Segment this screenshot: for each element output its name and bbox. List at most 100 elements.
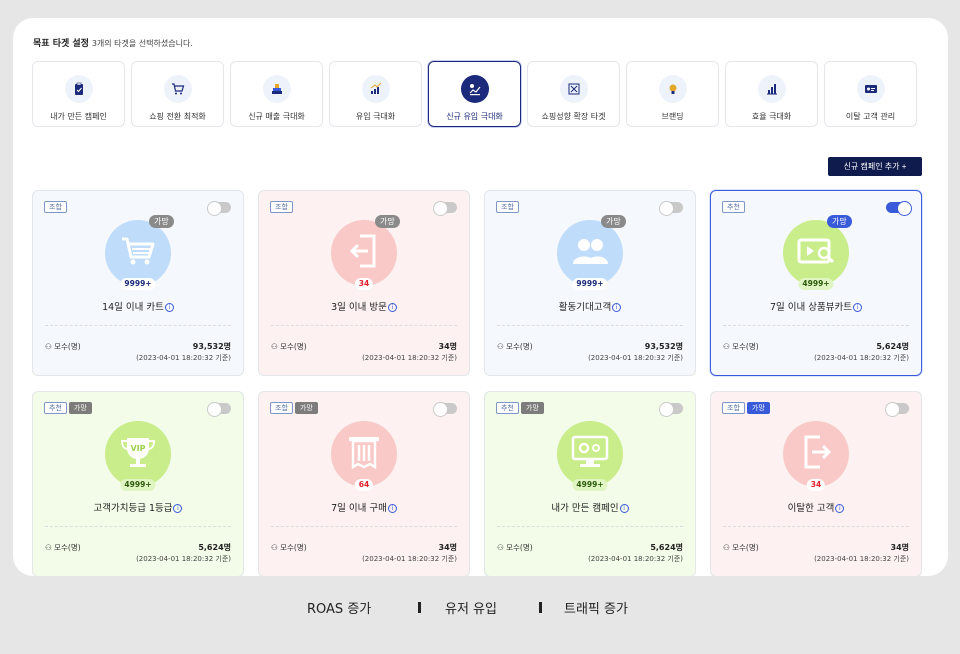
card-toggle[interactable] xyxy=(207,201,231,216)
shopping-cart-icon xyxy=(120,235,156,271)
grade-badge: 가망 xyxy=(149,215,174,228)
info-icon[interactable]: i xyxy=(612,303,622,312)
target-card[interactable]: 조합 가망 9999+ 14일 이내 카트 i ⚇ 모수(명) 93,532명 (… xyxy=(32,190,244,376)
product-view-icon xyxy=(797,237,835,269)
tab-shopping-expand[interactable]: 쇼핑성향 확장 타겟 xyxy=(527,61,620,127)
target-card[interactable]: 추천 가망 4999+ 7일 이내 상품뷰카트 i ⚇ 모수(명) 5,624명 … xyxy=(710,190,922,376)
population-label-text: 모수(명) xyxy=(506,342,533,351)
info-icon[interactable]: i xyxy=(387,504,397,513)
card-avatar xyxy=(783,421,849,487)
card-name-text: 14일 이내 카트 xyxy=(102,302,164,313)
tab-efficiency-max[interactable]: 효율 극대화 xyxy=(725,61,818,127)
card-name-text: 고객가치등급 1등급 xyxy=(93,503,173,514)
card-tags: 조합 xyxy=(270,201,293,213)
info-icon[interactable]: i xyxy=(164,303,174,312)
info-icon[interactable]: i xyxy=(853,303,862,312)
target-card[interactable]: 조합 가망 34 이탈한 고객 i ⚇ 모수(명) 34명 (2023-04-01… xyxy=(710,391,922,576)
monitor-gear-icon xyxy=(571,435,609,473)
tab-my-campaign[interactable]: 내가 만든 캠페인 xyxy=(32,61,125,127)
population-label-text: 모수(명) xyxy=(54,543,81,552)
tag-badge: 조합 xyxy=(270,201,293,213)
id-card-icon xyxy=(856,75,885,103)
info-icon[interactable]: i xyxy=(835,504,845,513)
card-name-text: 내가 만든 캠페인 xyxy=(551,503,619,514)
card-avatar xyxy=(557,421,623,487)
login-door-icon xyxy=(348,233,380,273)
population-timestamp: (2023-04-01 18:20:32 기준) xyxy=(136,354,231,362)
tag-badge: 조합 xyxy=(722,402,745,414)
target-card[interactable]: 조합 가망 64 7일 이내 구매 i ⚇ 모수(명) 34명 (2023-04-… xyxy=(258,391,470,576)
tag-badge: 가망 xyxy=(520,402,544,414)
population-timestamp: (2023-04-01 18:20:32 기준) xyxy=(588,354,683,362)
population-value: 93,532명 xyxy=(644,342,683,351)
population-timestamp: (2023-04-01 18:20:32 기준) xyxy=(362,555,457,563)
target-card[interactable]: 추천 가망 VIP 4999+ 고객가치등급 1등급 i ⚇ 모수(명) 5,62… xyxy=(32,391,244,576)
card-tags: 조합 xyxy=(44,201,67,213)
info-icon[interactable]: i xyxy=(619,504,629,513)
nav-separator xyxy=(418,602,421,613)
tab-new-revenue[interactable]: 신규 매출 극대화 xyxy=(230,61,323,127)
population-label: ⚇ 모수(명) xyxy=(497,342,533,351)
nav-roas-increase[interactable]: ROAS 증가 xyxy=(307,598,371,617)
receipt-icon xyxy=(347,434,381,474)
population-value: 5,624명 xyxy=(650,543,683,552)
card-name-text: 활동기대고객 xyxy=(558,302,612,313)
card-tags: 조합 가망 xyxy=(270,402,318,414)
page-title: 목표 타겟 설정 3개의 타겟을 선택하셨습니다. xyxy=(33,36,193,49)
card-name: 7일 이내 상품뷰카트 i xyxy=(711,299,921,313)
population-label-text: 모수(명) xyxy=(280,543,307,552)
card-name-text: 3일 이내 방문 xyxy=(331,302,387,313)
card-tags: 조합 가망 xyxy=(722,402,770,414)
population-label: ⚇ 모수(명) xyxy=(497,543,533,552)
count-badge: 9999+ xyxy=(120,278,156,290)
card-toggle[interactable] xyxy=(433,201,457,216)
tab-label: 신규 유입 극대화 xyxy=(446,112,503,121)
tab-inflow-max[interactable]: 유입 극대화 xyxy=(329,61,422,127)
count-badge: 64 xyxy=(354,479,374,491)
tab-branding[interactable]: 브랜딩 xyxy=(626,61,719,127)
card-toggle[interactable] xyxy=(886,201,912,216)
tag-badge: 가망 xyxy=(68,402,92,414)
card-avatar xyxy=(783,220,849,286)
page-title-text: 목표 타겟 설정 xyxy=(33,39,89,49)
card-tags: 추천 xyxy=(722,201,745,213)
card-toggle[interactable] xyxy=(207,402,231,417)
population-label: ⚇ 모수(명) xyxy=(723,543,759,552)
add-campaign-button[interactable]: 신규 캠페인 추가 + xyxy=(828,157,922,176)
card-toggle[interactable] xyxy=(659,402,683,417)
count-badge: 34 xyxy=(354,278,374,290)
population-label-text: 모수(명) xyxy=(280,342,307,351)
target-card[interactable]: 조합 가망 9999+ 활동기대고객 i ⚇ 모수(명) 93,532명 (202… xyxy=(484,190,696,376)
info-icon[interactable]: i xyxy=(173,504,183,513)
card-avatar xyxy=(557,220,623,286)
grade-badge: 가망 xyxy=(375,215,400,228)
card-toggle[interactable] xyxy=(659,201,683,216)
count-badge: 4999+ xyxy=(798,278,834,290)
clipboard-check-icon xyxy=(64,75,93,103)
target-settings-panel: 목표 타겟 설정 3개의 타겟을 선택하셨습니다. 내가 만든 캠페인 쇼핑 전… xyxy=(13,18,948,576)
card-toggle[interactable] xyxy=(885,402,909,417)
population-label: ⚇ 모수(명) xyxy=(45,342,81,351)
target-card[interactable]: 추천 가망 4999+ 내가 만든 캠페인 i ⚇ 모수(명) 5,624명 (2… xyxy=(484,391,696,576)
nav-traffic-increase[interactable]: 트래픽 증가 xyxy=(564,598,628,617)
card-name: 고객가치등급 1등급 i xyxy=(33,500,243,514)
growth-badge-icon xyxy=(460,75,489,103)
tab-churned-customers[interactable]: 이탈 고객 관리 xyxy=(824,61,917,127)
grade-badge: 가망 xyxy=(601,215,626,228)
nav-user-inflow[interactable]: 유저 유입 xyxy=(445,598,497,617)
card-divider xyxy=(723,325,909,326)
target-category-tabs: 내가 만든 캠페인 쇼핑 전환 최적화 신규 매출 극대화 유입 극대화 신규 … xyxy=(32,61,917,127)
count-badge: 9999+ xyxy=(572,278,608,290)
tag-badge: 추천 xyxy=(44,402,67,414)
tab-shopping-conversion[interactable]: 쇼핑 전환 최적화 xyxy=(131,61,224,127)
tab-new-inflow-max[interactable]: 신규 유입 극대화 xyxy=(428,61,521,127)
population-value: 34명 xyxy=(890,543,910,552)
card-avatar: VIP xyxy=(105,421,171,487)
tag-badge: 추천 xyxy=(496,402,519,414)
card-name: 3일 이내 방문 i xyxy=(259,299,469,313)
card-name: 이탈한 고객 i xyxy=(711,500,921,514)
info-icon[interactable]: i xyxy=(387,303,397,312)
target-card[interactable]: 조합 가망 34 3일 이내 방문 i ⚇ 모수(명) 34명 (2023-04-… xyxy=(258,190,470,376)
card-toggle[interactable] xyxy=(433,402,457,417)
card-name: 활동기대고객 i xyxy=(485,299,695,313)
